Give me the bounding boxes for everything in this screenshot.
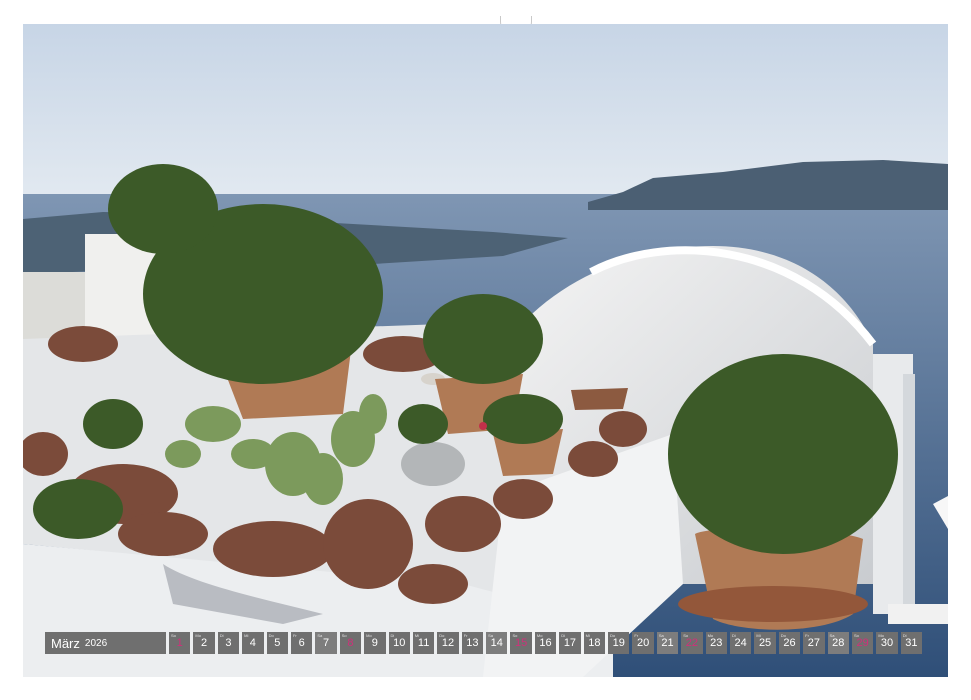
day-cell: Sa 28 xyxy=(827,632,849,654)
day-cell: Do 5 xyxy=(266,632,288,654)
day-number: 6 xyxy=(298,637,305,649)
day-cell: Fr 13 xyxy=(461,632,484,654)
day-number: 7 xyxy=(322,637,330,649)
month-year: 2026 xyxy=(84,637,108,649)
day-cell: Mi 11 xyxy=(412,632,435,654)
day-cell: So 8 xyxy=(339,632,362,654)
calendar-photo xyxy=(23,24,948,677)
day-number: 18 xyxy=(588,637,601,649)
calendar-day-strip: März 2026 So 1 Mo 2 Di 3 Mi 4 Do 5 Fr 6 Sa 7 So 8 Mo 9 Di 1… xyxy=(45,632,925,656)
day-number: 27 xyxy=(807,637,820,649)
day-number: 28 xyxy=(832,637,845,649)
day-cell: Sa 7 xyxy=(315,632,337,654)
day-number: 8 xyxy=(347,637,354,649)
day-number: 24 xyxy=(734,637,747,649)
day-cell: Mo 23 xyxy=(705,632,727,654)
day-number: 15 xyxy=(515,637,528,649)
month-name: März xyxy=(51,635,80,651)
day-number: 22 xyxy=(685,637,699,649)
day-cell: Di 10 xyxy=(388,632,410,654)
day-cell: So 15 xyxy=(510,632,532,654)
day-cell: Do 19 xyxy=(608,632,630,654)
day-number: 20 xyxy=(636,637,650,649)
day-cell: Mo 30 xyxy=(876,632,898,654)
day-cell: Do 12 xyxy=(437,632,459,654)
day-cell: Di 31 xyxy=(900,632,923,654)
day-number: 25 xyxy=(758,637,772,649)
day-number: 4 xyxy=(249,637,256,649)
day-cell: Di 17 xyxy=(559,632,581,654)
day-cell: Mo 9 xyxy=(364,632,386,654)
day-cell: So 22 xyxy=(681,632,703,654)
day-cell: Fr 20 xyxy=(632,632,654,654)
day-cell: Mo 16 xyxy=(534,632,557,654)
day-cell: Do 26 xyxy=(778,632,801,654)
day-cell: Mi 18 xyxy=(583,632,606,654)
day-cell: Fr 6 xyxy=(290,632,313,654)
day-cell: Mi 25 xyxy=(754,632,776,654)
day-cell: So 1 xyxy=(169,632,191,654)
day-number: 11 xyxy=(417,637,430,649)
day-cell: Sa 21 xyxy=(656,632,679,654)
day-cell: Mo 2 xyxy=(193,632,215,654)
day-number: 17 xyxy=(563,637,577,649)
day-number: 2 xyxy=(201,637,208,649)
day-cell: Fr 27 xyxy=(803,632,825,654)
month-label: März 2026 xyxy=(45,632,166,654)
day-number: 13 xyxy=(466,637,479,649)
day-cell: Di 3 xyxy=(217,632,240,654)
day-number: 21 xyxy=(661,637,674,649)
day-number: 3 xyxy=(225,637,232,649)
day-number: 5 xyxy=(274,637,281,649)
day-number: 16 xyxy=(539,637,552,649)
day-cell: Mi 4 xyxy=(242,632,264,654)
day-number: 26 xyxy=(783,637,796,649)
day-number: 30 xyxy=(880,637,894,649)
day-number: 14 xyxy=(490,637,503,649)
day-number: 9 xyxy=(371,637,378,649)
santorini-terrace-image xyxy=(23,24,948,677)
day-cell: So 29 xyxy=(851,632,874,654)
day-number: 19 xyxy=(612,637,625,649)
day-number: 31 xyxy=(905,637,918,649)
day-number: 23 xyxy=(710,637,723,649)
day-number: 29 xyxy=(856,637,869,649)
day-cell: Sa 14 xyxy=(486,632,508,654)
day-number: 10 xyxy=(393,637,406,649)
day-cell: Di 24 xyxy=(729,632,752,654)
day-number: 12 xyxy=(441,637,455,649)
day-number: 1 xyxy=(176,637,183,649)
